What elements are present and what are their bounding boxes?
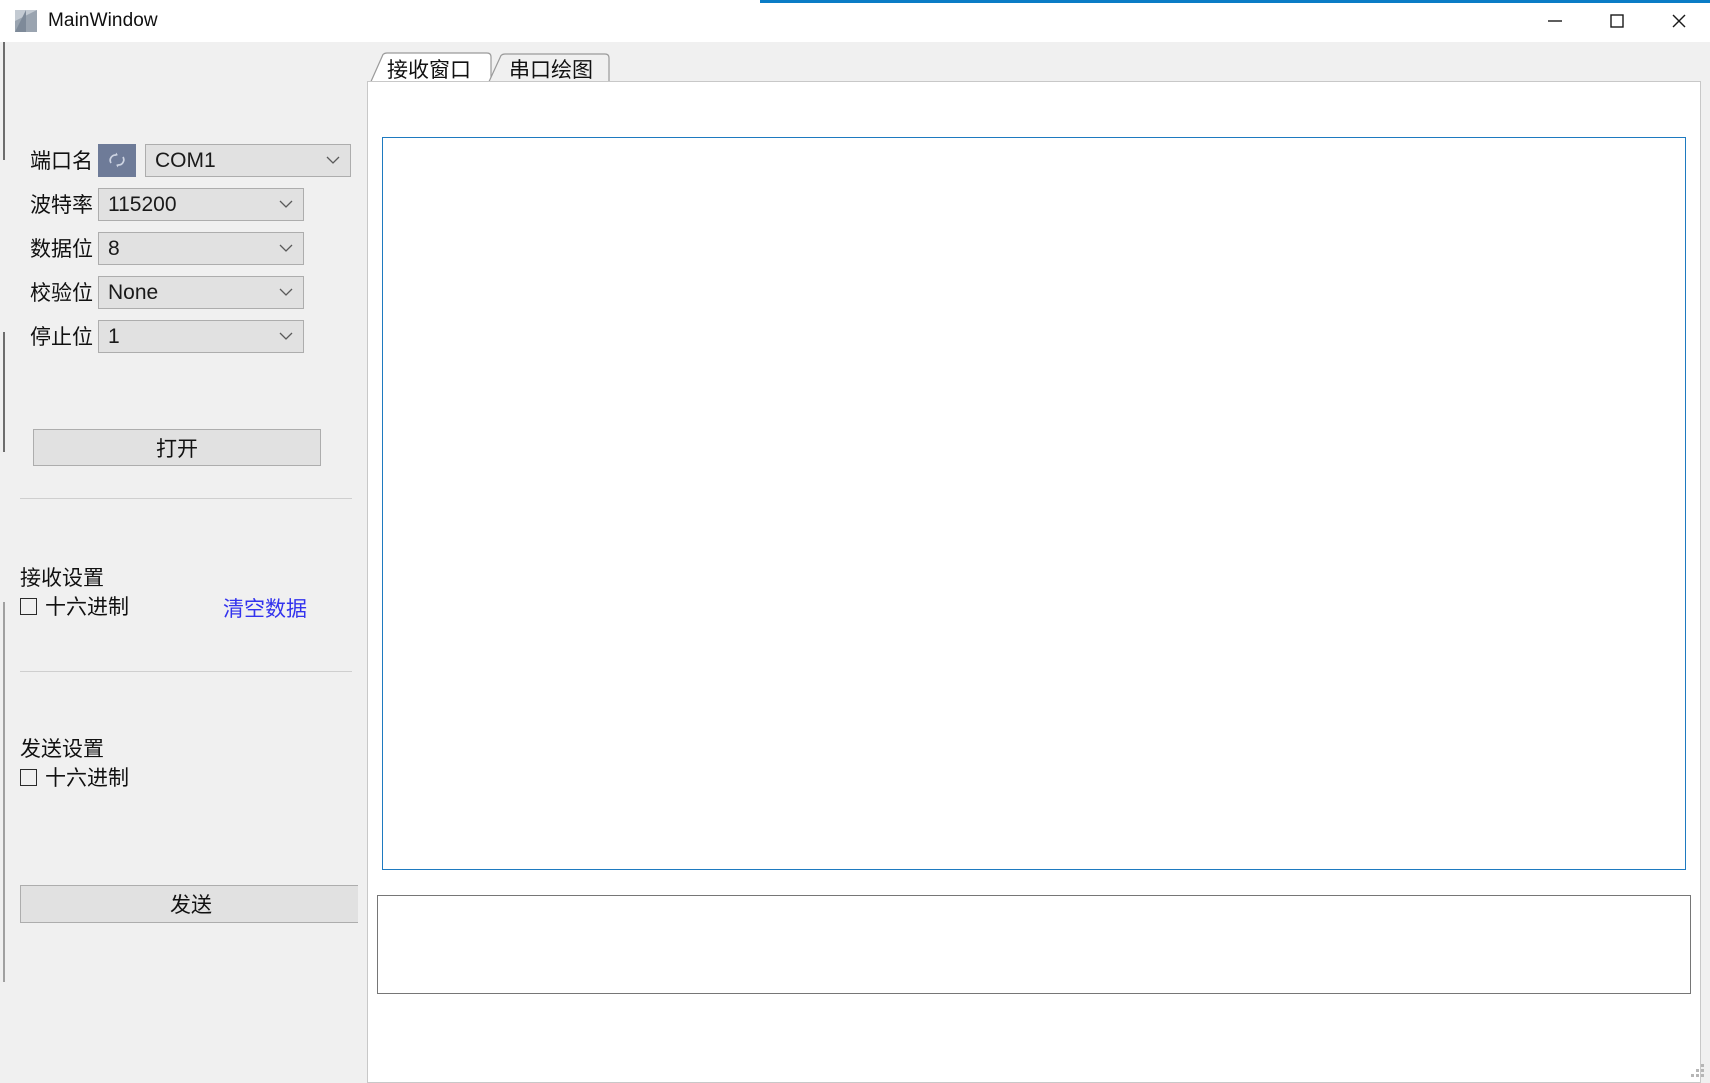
maximize-button[interactable] xyxy=(1586,0,1648,42)
chevron-down-icon xyxy=(279,332,293,341)
divider-send xyxy=(20,671,352,672)
window-title: MainWindow xyxy=(48,10,158,31)
settings-panel: 端口名 COM1 波特率 115200 数据位 8 校验位 None 停止位 1… xyxy=(6,42,362,1083)
receive-hex-label: 十六进制 xyxy=(45,596,129,619)
data-bits-row: 数据位 8 xyxy=(6,226,358,270)
port-name-row: 端口名 COM1 xyxy=(6,138,358,182)
tab-content-panel xyxy=(367,81,1701,1083)
close-button[interactable] xyxy=(1648,0,1710,42)
receive-hex-checkbox[interactable] xyxy=(20,597,37,615)
parity-value: None xyxy=(108,280,159,304)
receive-hex-checkbox-row[interactable]: 十六进制 xyxy=(20,593,129,619)
tab-serial-plot-label: 串口绘图 xyxy=(509,59,593,82)
window-controls xyxy=(1524,0,1710,42)
port-name-value: COM1 xyxy=(155,148,216,172)
open-port-button[interactable]: 打开 xyxy=(33,429,321,466)
maximize-icon xyxy=(1608,12,1626,30)
stop-bits-label: 停止位 xyxy=(30,326,93,349)
content-panel: 接收窗口 串口绘图 xyxy=(358,42,1710,1083)
parity-label: 校验位 xyxy=(30,282,93,305)
chevron-down-icon xyxy=(279,244,293,253)
clear-data-link[interactable]: 清空数据 xyxy=(223,593,307,623)
baud-rate-row: 波特率 115200 xyxy=(6,182,358,226)
stop-bits-row: 停止位 1 xyxy=(6,314,358,358)
baud-rate-select[interactable]: 115200 xyxy=(98,187,304,221)
title-bar: MainWindow xyxy=(0,0,1710,42)
baud-rate-label: 波特率 xyxy=(30,194,93,217)
divider-receive xyxy=(20,498,352,499)
main-window: MainWindow 端口名 COM1 波特率 115200 数据位 8 校验位… xyxy=(0,0,1710,1083)
window-body: 端口名 COM1 波特率 115200 数据位 8 校验位 None 停止位 1… xyxy=(0,42,1710,1083)
minimize-icon xyxy=(1546,12,1564,30)
refresh-icon xyxy=(106,150,128,170)
receive-settings-title: 接收设置 xyxy=(20,567,104,590)
minimize-button[interactable] xyxy=(1524,0,1586,42)
port-name-label: 端口名 xyxy=(30,150,93,173)
send-hex-checkbox[interactable] xyxy=(20,768,37,786)
stop-bits-select[interactable]: 1 xyxy=(98,319,304,353)
send-textarea[interactable] xyxy=(377,895,1691,994)
chevron-down-icon xyxy=(279,200,293,209)
window-accent-bar-mask xyxy=(0,0,760,3)
resize-grip-icon[interactable] xyxy=(1691,1064,1704,1077)
data-bits-value: 8 xyxy=(108,236,120,260)
app-window-icon xyxy=(15,10,37,32)
port-name-select[interactable]: COM1 xyxy=(145,143,351,177)
data-bits-select[interactable]: 8 xyxy=(98,231,304,265)
parity-select[interactable]: None xyxy=(98,275,304,309)
send-hex-checkbox-row[interactable]: 十六进制 xyxy=(20,764,129,790)
tab-receive-window-label: 接收窗口 xyxy=(387,59,471,82)
send-hex-label: 十六进制 xyxy=(45,767,129,790)
receive-textarea[interactable] xyxy=(382,137,1686,870)
baud-rate-value: 115200 xyxy=(108,192,177,216)
parity-row: 校验位 None xyxy=(6,270,358,314)
chevron-down-icon xyxy=(279,288,293,297)
chevron-down-icon xyxy=(326,156,340,165)
close-icon xyxy=(1669,11,1689,31)
serial-config-form: 端口名 COM1 波特率 115200 数据位 8 校验位 None 停止位 1 xyxy=(6,138,358,358)
tab-serial-plot[interactable]: 串口绘图 xyxy=(485,52,615,87)
data-bits-label: 数据位 xyxy=(30,238,93,261)
send-settings-title: 发送设置 xyxy=(20,738,104,761)
stop-bits-value: 1 xyxy=(108,324,120,348)
send-button[interactable]: 发送 xyxy=(20,885,362,923)
refresh-ports-button[interactable] xyxy=(98,143,136,177)
